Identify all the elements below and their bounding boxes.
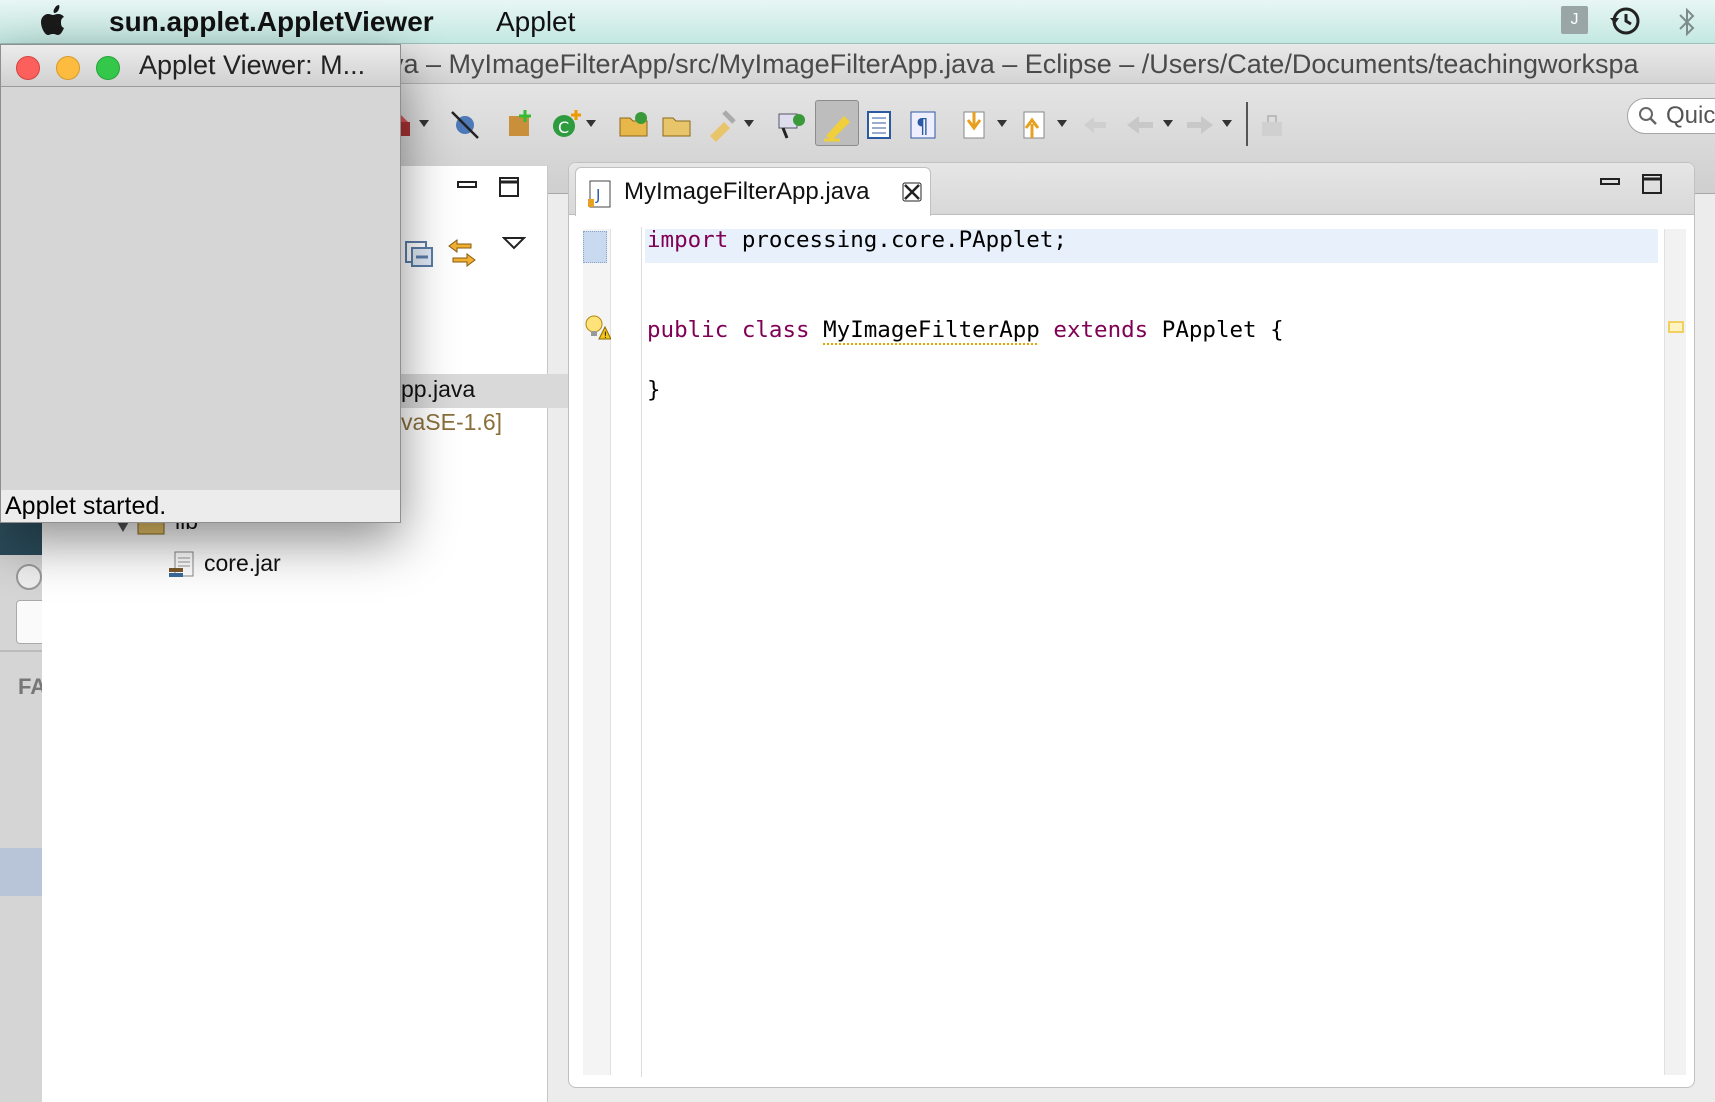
code-line-5[interactable]: } [647, 377, 661, 403]
open-task-icon[interactable] [775, 108, 809, 142]
tree-item-jre[interactable]: vaSE-1.6] [401, 409, 502, 436]
open-type-icon[interactable] [617, 108, 651, 142]
show-whitespace-icon[interactable]: ¶ [906, 108, 940, 142]
new-java-project-icon[interactable] [503, 108, 537, 142]
view-menu-icon[interactable] [502, 234, 526, 254]
next-annotation-icon[interactable] [958, 108, 992, 142]
applet-status-bar: Applet started. [1, 490, 400, 522]
editor-minimize-icon[interactable] [1599, 171, 1621, 193]
ruler-current-line-marker [583, 231, 607, 263]
keyword: import [647, 227, 729, 253]
quick-access-label: Quic [1666, 102, 1715, 129]
minimize-window-button[interactable] [56, 56, 80, 80]
bluetooth-icon[interactable] [1676, 6, 1698, 38]
desktop-background: FA [0, 470, 46, 1102]
dropdown-arrow-icon[interactable] [997, 120, 1007, 127]
radio-icon [16, 564, 42, 590]
code-line-3[interactable]: public class MyImageFilterApp extends PA… [647, 317, 1284, 343]
divider [0, 650, 42, 652]
tree-item-java-file[interactable]: pp.java [401, 376, 475, 403]
dropdown-arrow-icon[interactable] [419, 120, 429, 127]
forward-icon[interactable] [1183, 108, 1217, 142]
dropdown-arrow-icon[interactable] [1222, 120, 1232, 127]
code-line-1[interactable]: import processing.core.PApplet; [647, 227, 1067, 253]
overview-ruler[interactable] [1664, 229, 1686, 1075]
keyword: class [741, 317, 810, 343]
svg-text:C: C [558, 118, 569, 137]
window-title: va – MyImageFilterApp/src/MyImageFilterA… [390, 49, 1639, 79]
dropdown-arrow-icon[interactable] [1163, 120, 1173, 127]
dropdown-arrow-icon[interactable] [586, 120, 596, 127]
collapse-all-icon[interactable] [404, 238, 434, 268]
jar-icon [169, 551, 194, 577]
editor-margin-line [641, 227, 642, 1077]
java-file-icon: J [588, 180, 611, 208]
svg-text:¶: ¶ [916, 114, 929, 138]
keyword: extends [1053, 317, 1149, 343]
new-class-icon[interactable]: C [549, 108, 583, 142]
java-status-icon[interactable]: J [1561, 6, 1588, 34]
tab-myimagefilterapp[interactable]: J MyImageFilterApp.java [575, 167, 931, 216]
skip-breakpoints-icon[interactable] [448, 108, 482, 142]
menu-bar: sun.applet.AppletViewer Applet J [0, 0, 1715, 44]
tree-item-core-jar[interactable]: core.jar [204, 550, 281, 577]
toolbar-separator [1246, 102, 1248, 146]
editor-tab-strip: J MyImageFilterApp.java [569, 163, 1694, 216]
close-window-button[interactable] [16, 56, 40, 80]
code-text: PApplet { [1148, 317, 1284, 343]
code-text: processing.core.PApplet; [728, 227, 1067, 253]
editor-maximize-icon[interactable] [1641, 173, 1663, 195]
app-menu[interactable]: sun.applet.AppletViewer [109, 6, 434, 38]
link-with-editor-icon[interactable] [445, 236, 479, 270]
quick-access-field[interactable]: Quic [1627, 98, 1715, 134]
open-folder-icon[interactable] [660, 108, 694, 142]
applet-menu[interactable]: Applet [496, 6, 575, 38]
previous-annotation-icon[interactable] [1018, 108, 1052, 142]
block-selection-icon[interactable] [862, 108, 896, 142]
apple-icon[interactable] [38, 4, 72, 38]
minimize-icon[interactable] [456, 174, 478, 196]
svg-text:J: J [595, 186, 600, 204]
java-editor: J MyImageFilterApp.java ! import process… [568, 162, 1695, 1088]
maximize-icon[interactable] [498, 176, 520, 198]
code-text: } [647, 377, 661, 403]
pin-editor-icon[interactable] [1256, 108, 1290, 142]
highlighter-icon [824, 116, 850, 142]
warning-overview-mark[interactable] [1668, 321, 1684, 333]
close-tab-icon[interactable] [902, 182, 922, 202]
svg-text:!: ! [604, 331, 608, 341]
back-icon[interactable] [1123, 108, 1157, 142]
last-edit-location-icon[interactable] [1078, 108, 1112, 142]
vertical-ruler [583, 229, 611, 1075]
applet-title-bar[interactable]: Applet Viewer: M... [1, 45, 400, 87]
dropdown-arrow-icon[interactable] [1057, 120, 1067, 127]
class-name-warning: MyImageFilterApp [823, 317, 1040, 343]
tab-label: MyImageFilterApp.java [624, 178, 870, 205]
applet-status-text: Applet started. [5, 492, 167, 520]
dropdown-arrow-icon[interactable] [744, 120, 754, 127]
search-torch-icon[interactable] [704, 108, 738, 142]
selected-sidebar-item-partial [0, 848, 42, 896]
warning-lightbulb-icon[interactable]: ! [583, 313, 611, 341]
keyword: public [647, 317, 729, 343]
applet-canvas[interactable] [1, 87, 400, 490]
time-machine-icon[interactable] [1608, 4, 1642, 38]
applet-window-title: Applet Viewer: M... [139, 50, 366, 80]
applet-viewer-window: Applet Viewer: M... Applet started. [0, 44, 401, 523]
search-icon [1639, 107, 1657, 125]
zoom-window-button[interactable] [96, 56, 120, 80]
